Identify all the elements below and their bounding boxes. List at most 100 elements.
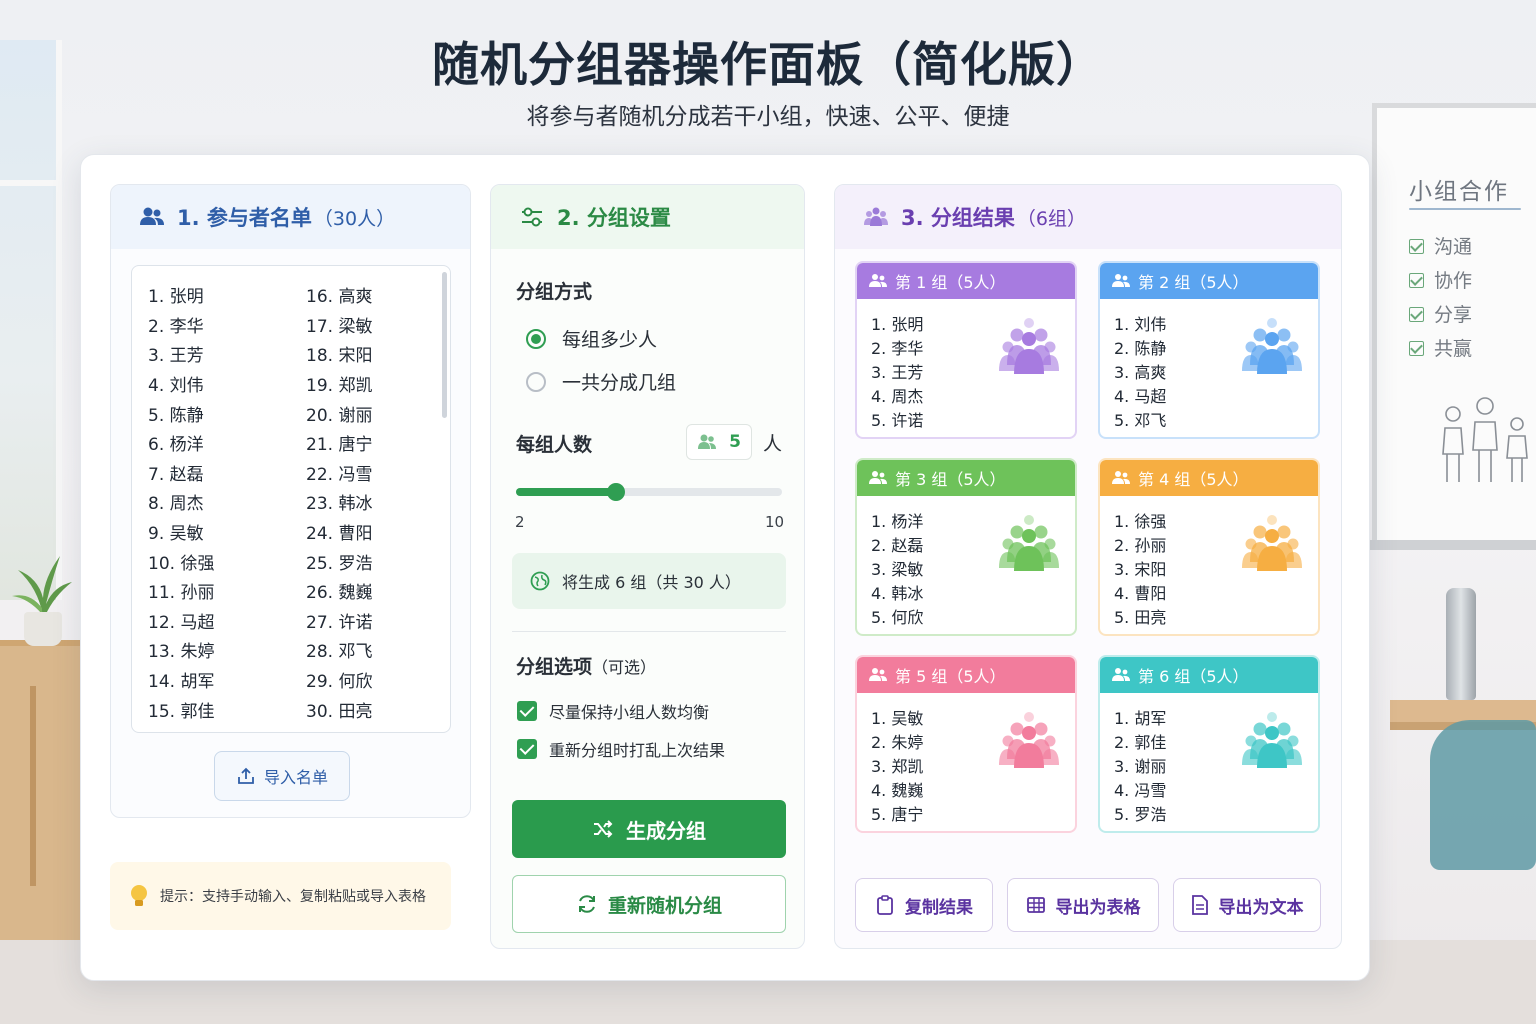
group-card-header: 第 4 组（5人）	[1100, 460, 1318, 496]
participant-item: 25. 罗浩	[306, 553, 373, 574]
mode-option-group-count[interactable]: 一共分成几组	[526, 368, 676, 395]
group-title: 第 1 组（5人）	[895, 273, 1006, 292]
group-member: 2. 赵磊	[871, 536, 924, 555]
group-member: 5. 唐宁	[871, 805, 924, 824]
radio-unselected	[526, 371, 546, 392]
group-title: 第 2 组（5人）	[1138, 273, 1249, 292]
participant-item: 26. 魏巍	[306, 583, 373, 604]
whiteboard: 小组合作 沟通 协作 分享 共赢	[1372, 103, 1536, 545]
mode-label: 分组方式	[516, 281, 593, 303]
export-text-button[interactable]: 导出为文本	[1173, 878, 1321, 932]
group-member: 3. 高爽	[1114, 363, 1167, 382]
family-drawing-icon	[1442, 397, 1528, 482]
users-icon	[698, 434, 717, 449]
participant-item: 20. 谢丽	[306, 405, 373, 426]
refresh-icon	[578, 895, 595, 913]
sliders-icon	[519, 204, 545, 230]
participant-item: 9. 吴敏	[148, 524, 204, 545]
slider-thumb[interactable]	[606, 483, 625, 501]
group-size-input[interactable]: 5	[686, 424, 752, 460]
slider-min-label: 2	[515, 513, 525, 531]
whiteboard-item: 沟通	[1409, 232, 1472, 259]
users-icon	[869, 668, 887, 681]
group-member-list: 1. 张明 2. 李华 3. 王芳 4. 周杰 5. 许诺	[871, 311, 923, 431]
group-card: 第 2 组（5人） 1. 刘伟 2. 陈静 3. 高爽 4. 马超 5. 邓飞	[1098, 261, 1320, 439]
import-list-label: 导入名单	[263, 768, 328, 787]
options-label: 分组选项（可选）	[516, 656, 657, 678]
group-card: 第 5 组（5人） 1. 吴敏 2. 朱婷 3. 郑凯 4. 魏巍 5. 唐宁	[855, 655, 1077, 833]
participant-item: 21. 唐宁	[306, 435, 373, 456]
group-member: 3. 王芳	[871, 363, 924, 382]
participant-item: 11. 孙丽	[148, 583, 215, 604]
plant-decoration	[12, 556, 72, 616]
results-panel: 3. 分组结果 （6组） 第 1 组（5人） 1. 张明 2. 李华 3. 王芳 4. …	[834, 184, 1342, 949]
page-title: 随机分组器操作面板（简化版）	[432, 38, 1104, 93]
group-member: 5. 许诺	[871, 411, 924, 430]
group-size-unit: 人	[763, 433, 783, 455]
generate-groups-button[interactable]: 生成分组	[512, 800, 786, 858]
group-member: 2. 郭佳	[1114, 733, 1167, 752]
group-summary: 将生成 6 组（共 30 人）	[512, 553, 786, 609]
export-table-label: 导出为表格	[1055, 897, 1141, 918]
mode-option-label: 每组多少人	[562, 329, 658, 351]
group-member: 4. 韩冰	[871, 584, 924, 603]
background-chair	[1430, 720, 1536, 870]
globe-icon	[530, 571, 550, 591]
users-icon	[1112, 274, 1130, 287]
group-member-list: 1. 吴敏 2. 朱婷 3. 郑凯 4. 魏巍 5. 唐宁	[871, 705, 923, 825]
group-size-slider[interactable]	[516, 483, 782, 501]
participant-item: 5. 陈静	[148, 405, 204, 426]
page-subtitle: 将参与者随机分成若干小组，快速、公平、便捷	[526, 104, 1010, 130]
mode-option-per-group[interactable]: 每组多少人	[526, 325, 657, 352]
results-heading: 3. 分组结果	[901, 206, 1015, 230]
participant-item: 30. 田亮	[306, 701, 373, 722]
participant-item: 15. 郭佳	[148, 701, 215, 722]
participant-item: 16. 高爽	[306, 287, 373, 308]
group-size-label: 每组人数	[516, 434, 593, 456]
group-member: 1. 徐强	[1114, 512, 1167, 531]
participant-item: 13. 朱婷	[148, 642, 215, 663]
participants-count: （30人）	[313, 207, 396, 230]
group-icon	[863, 204, 889, 230]
participants-column-1: 1. 张明 2. 李华 3. 王芳 4. 刘伟 5. 陈静 6. 杨洋 7. 赵磊 8. 周杰…	[148, 280, 214, 724]
slider-fill	[516, 488, 616, 496]
import-list-button[interactable]: 导入名单	[214, 751, 350, 801]
group-card: 第 4 组（5人） 1. 徐强 2. 孙丽 3. 宋阳 4. 曹阳 5. 田亮	[1098, 458, 1320, 636]
whiteboard-item: 分享	[1409, 300, 1472, 327]
option-shuffle-checkbox[interactable]: 重新分组时打乱上次结果	[517, 737, 725, 761]
import-icon	[238, 767, 254, 784]
check-icon	[1409, 341, 1424, 356]
group-people-icon	[1242, 712, 1302, 768]
list-scrollbar[interactable]	[442, 272, 447, 418]
group-member: 2. 朱婷	[871, 733, 924, 752]
divider	[512, 631, 786, 632]
group-summary-text: 将生成 6 组（共 30 人）	[562, 573, 741, 592]
whiteboard-item: 共赢	[1409, 334, 1472, 361]
group-card: 第 1 组（5人） 1. 张明 2. 李华 3. 王芳 4. 周杰 5. 许诺	[855, 261, 1077, 439]
copy-results-button[interactable]: 复制结果	[855, 878, 993, 932]
group-title: 第 6 组（5人）	[1138, 667, 1249, 686]
option-balance-checkbox[interactable]: 尽量保持小组人数均衡	[517, 699, 709, 723]
group-card: 第 6 组（5人） 1. 胡军 2. 郭佳 3. 谢丽 4. 冯雪 5. 罗浩	[1098, 655, 1320, 833]
document-icon	[1191, 895, 1208, 915]
group-card-header: 第 1 组（5人）	[857, 263, 1075, 299]
export-table-button[interactable]: 导出为表格	[1007, 878, 1159, 932]
users-icon	[1112, 471, 1130, 484]
regenerate-groups-button[interactable]: 重新随机分组	[512, 875, 786, 933]
participants-list[interactable]: 1. 张明 2. 李华 3. 王芳 4. 刘伟 5. 陈静 6. 杨洋 7. 赵磊 8. 周杰…	[131, 265, 451, 733]
option-label: 尽量保持小组人数均衡	[549, 703, 710, 722]
group-member: 3. 宋阳	[1114, 560, 1167, 579]
participant-item: 1. 张明	[148, 287, 204, 308]
participants-panel: 1. 参与者名单 （30人） 1. 张明 2. 李华 3. 王芳 4. 刘伟 5. 陈静…	[110, 184, 471, 818]
group-member: 3. 梁敏	[871, 560, 924, 579]
group-member: 2. 李华	[871, 339, 924, 358]
group-card-header: 第 5 组（5人）	[857, 657, 1075, 693]
tip-box: 提示：支持手动输入、复制粘贴或导入表格	[110, 862, 451, 930]
users-icon	[869, 471, 887, 484]
group-member: 5. 田亮	[1114, 608, 1167, 627]
group-title: 第 4 组（5人）	[1138, 470, 1249, 489]
group-member: 4. 马超	[1114, 387, 1167, 406]
group-member: 1. 刘伟	[1114, 315, 1167, 334]
participant-item: 28. 邓飞	[306, 642, 373, 663]
group-member-list: 1. 胡军 2. 郭佳 3. 谢丽 4. 冯雪 5. 罗浩	[1114, 705, 1166, 825]
